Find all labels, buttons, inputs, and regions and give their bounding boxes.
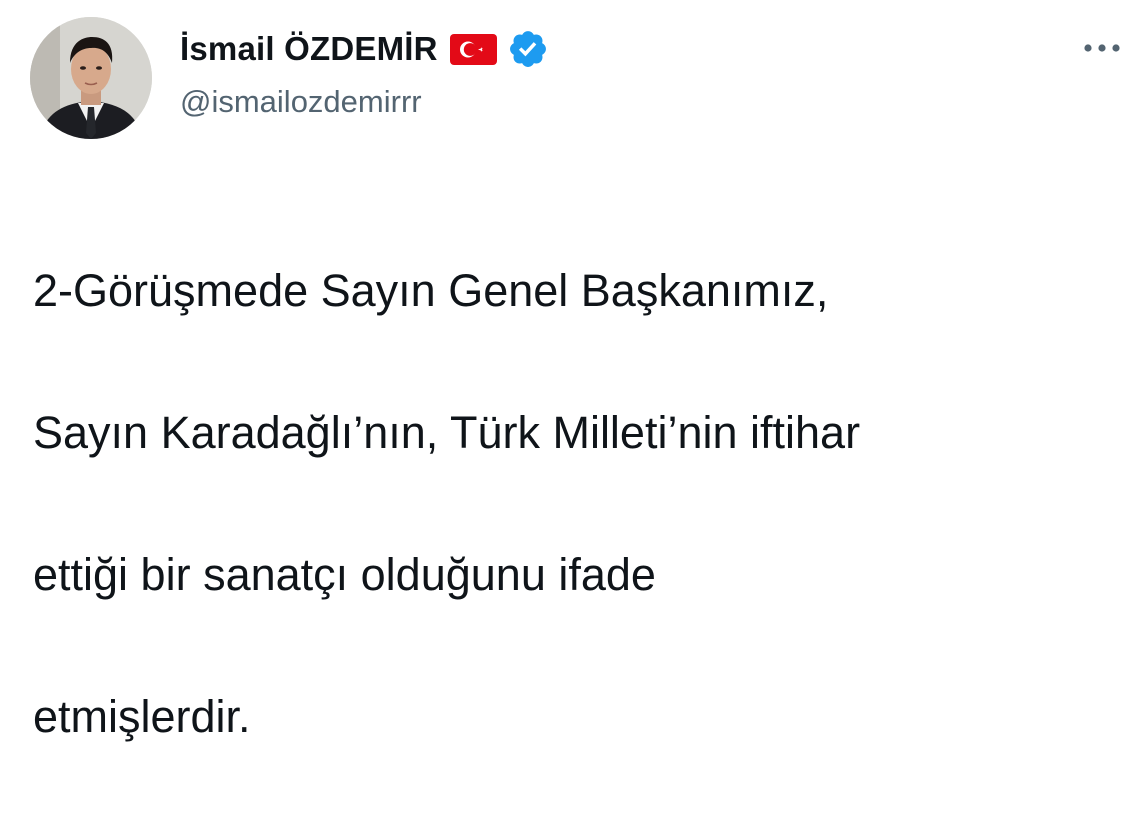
verified-badge-icon [507,28,549,70]
tweet-text-line: 2-Görüşmede Sayın Genel Başkanımız, [33,265,829,316]
tweet-card: İsmail ÖZDEMİR @ismailozdemirrr 2-Görüşm… [0,0,1147,742]
avatar[interactable] [30,17,152,139]
more-horizontal-icon[interactable] [1082,36,1122,60]
tweet-text-line: Sayın Karadağlı’nın, Türk Milleti’nin if… [33,407,861,458]
tweet-header: İsmail ÖZDEMİR @ismailozdemirrr [180,26,549,120]
avatar-image [30,17,152,139]
turkey-flag-icon [449,33,497,65]
tweet-text-line: ettiği bir sanatçı olduğunu ifade [33,549,656,600]
tweet-text-line: etmişlerdir. [33,691,251,742]
tweet-text: 2-Görüşmede Sayın Genel Başkanımız, Sayı… [33,184,1123,823]
author-handle[interactable]: @ismailozdemirrr [180,84,549,120]
author-name-row: İsmail ÖZDEMİR [180,26,549,72]
author-display-name[interactable]: İsmail ÖZDEMİR [180,30,438,68]
